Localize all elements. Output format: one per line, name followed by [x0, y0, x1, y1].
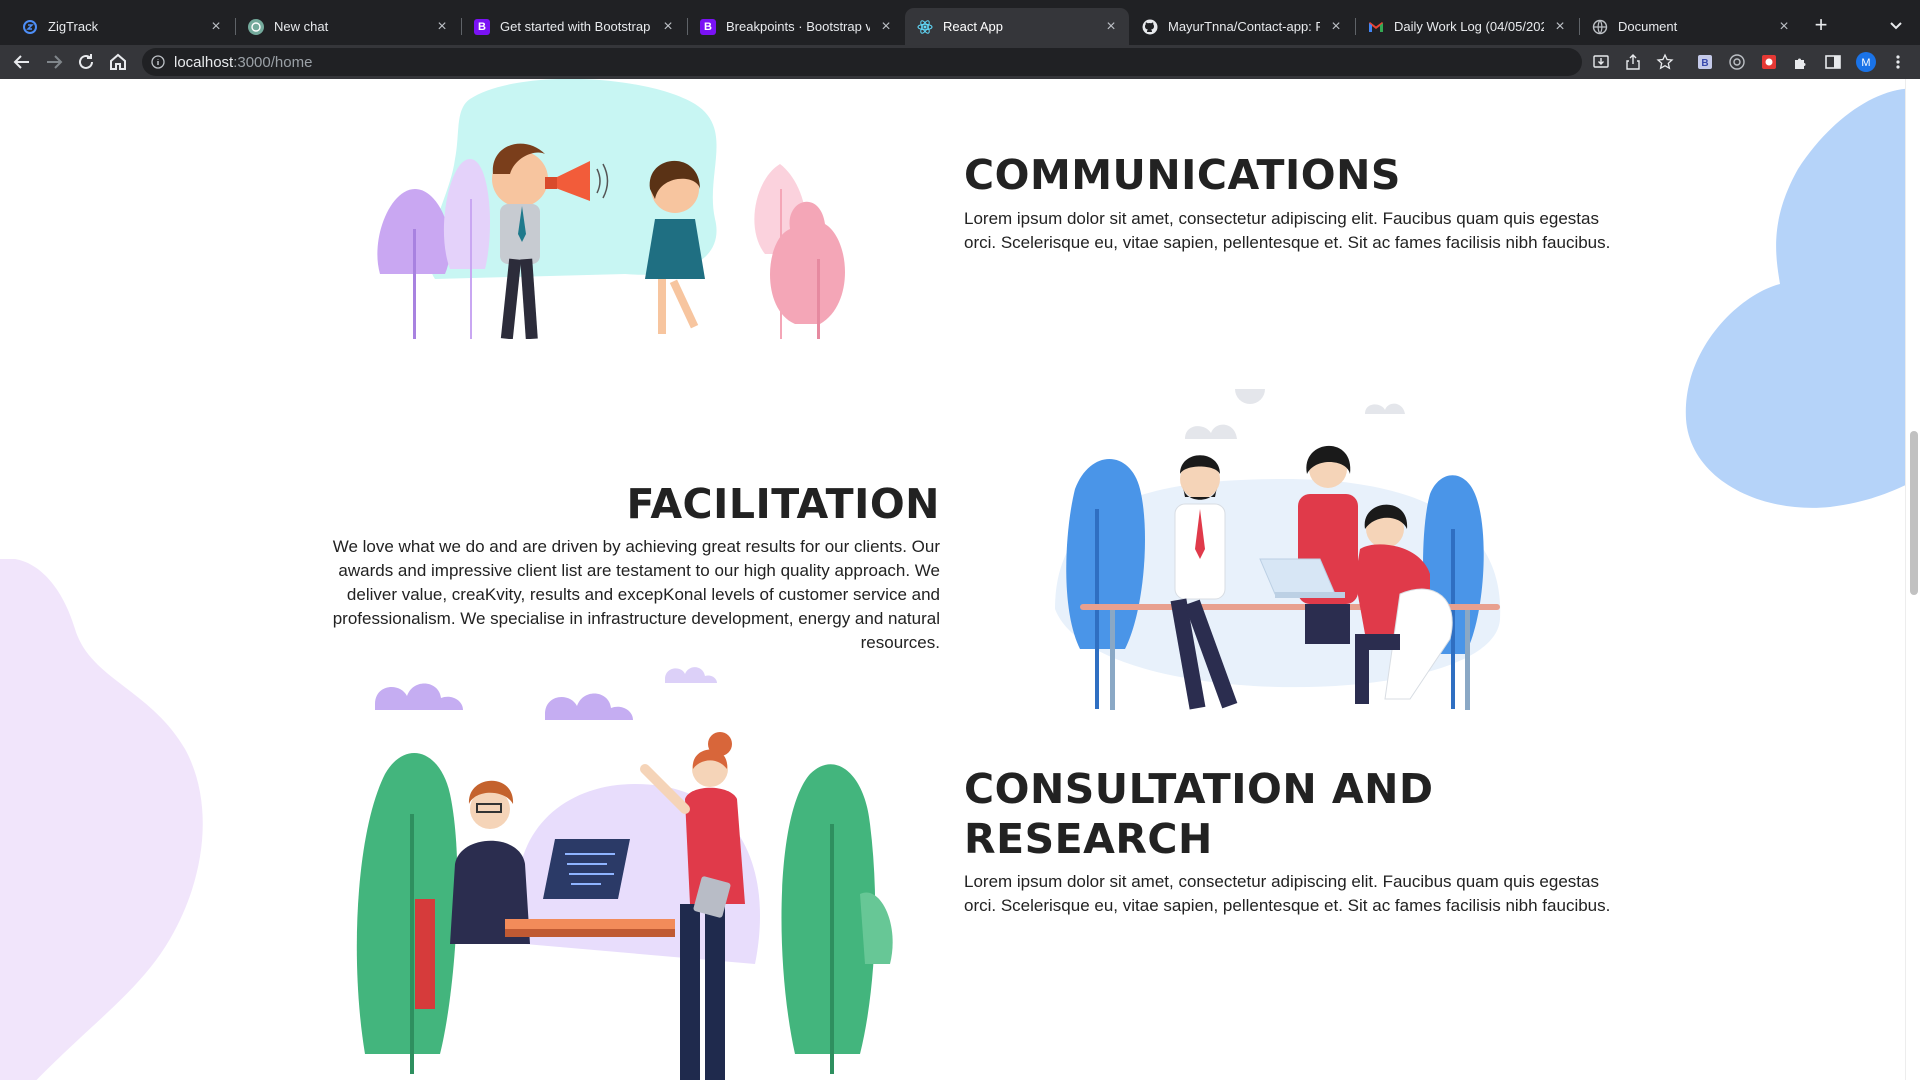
browser-menu-kebab-icon[interactable] [1889, 53, 1907, 71]
section-title-communications: COMMUNICATIONS [964, 151, 1401, 199]
tab-document[interactable]: Document × [1580, 8, 1802, 45]
profile-avatar[interactable]: M [1855, 51, 1877, 73]
page-viewport: COMMUNICATIONS Lorem ipsum dolor sit ame… [0, 79, 1920, 1080]
tab-title: ZigTrack [48, 19, 99, 34]
tab-bootstrap-get-started[interactable]: B Get started with Bootstrap · × [462, 8, 686, 45]
new-tab-plus-icon[interactable]: + [1808, 13, 1834, 39]
tab-close-icon[interactable]: × [878, 18, 894, 35]
red-extension-icon[interactable] [1760, 53, 1778, 71]
bookmark-star-icon[interactable] [1656, 53, 1674, 71]
consultation-laptop-illustration [356, 667, 893, 1080]
tab-close-icon[interactable]: × [1776, 18, 1792, 35]
bootstrap-icon: B [700, 18, 716, 35]
tab-gmail-daily-work-log[interactable]: Daily Work Log (04/05/2023 × [1356, 8, 1578, 45]
megaphone-communication-illustration [377, 79, 845, 339]
bootstrap-extension-icon[interactable]: B [1696, 53, 1714, 71]
tab-zigtrack[interactable]: ZigTrack × [10, 8, 234, 45]
tab-github-contact-app[interactable]: MayurTnna/Contact-app: Re × [1130, 8, 1354, 45]
chatgpt-icon [248, 18, 264, 35]
globe-icon [1592, 19, 1608, 35]
tab-title: MayurTnna/Contact-app: Re [1168, 19, 1320, 34]
tab-search-chevron-down-icon[interactable] [1883, 13, 1909, 39]
back-arrow-icon[interactable] [10, 50, 34, 74]
gmail-icon [1368, 19, 1384, 35]
section-text-facilitation: We love what we do and are driven by ach… [332, 537, 940, 652]
tab-bootstrap-breakpoints[interactable]: B Breakpoints · Bootstrap v5.0 × [688, 8, 904, 45]
browser-tab-strip: ZigTrack × New chat × B Get started with… [0, 0, 1920, 45]
side-panel-icon[interactable] [1824, 53, 1842, 71]
tab-close-icon[interactable]: × [1552, 18, 1568, 35]
tab-title: New chat [274, 19, 329, 34]
tab-title: React App [943, 19, 1003, 34]
team-meeting-illustration [1055, 389, 1501, 710]
github-icon [1142, 19, 1158, 35]
address-bar[interactable]: localhost:3000/home [142, 48, 1582, 76]
tab-title: Daily Work Log (04/05/2023 [1394, 19, 1544, 34]
browser-toolbar: localhost:3000/home B M [0, 45, 1920, 79]
forward-arrow-icon[interactable] [42, 50, 66, 74]
tab-react-app[interactable]: React App × [905, 8, 1129, 45]
react-icon [917, 19, 933, 35]
section-text-communications: Lorem ipsum dolor sit amet, consectetur … [964, 209, 1611, 252]
tab-close-icon[interactable]: × [434, 18, 450, 35]
tab-close-icon[interactable]: × [1328, 18, 1344, 35]
decorative-lavender-blob [0, 559, 203, 1080]
tab-title: Document [1618, 19, 1678, 34]
decorative-blue-blob [1685, 88, 1920, 508]
url-text: localhost:3000/home [174, 54, 312, 71]
profile-initial: M [1861, 57, 1870, 69]
share-icon[interactable] [1624, 53, 1642, 71]
tab-close-icon[interactable]: × [208, 18, 224, 35]
target-extension-icon[interactable] [1728, 53, 1746, 71]
url-host: localhost [174, 54, 234, 71]
page-scrollbar[interactable] [1905, 79, 1920, 1080]
section-title-facilitation: FACILITATION [626, 480, 940, 528]
reload-icon[interactable] [74, 50, 98, 74]
tab-close-icon[interactable]: × [660, 18, 676, 35]
extensions-puzzle-icon[interactable] [1792, 53, 1810, 71]
url-path: :3000/home [233, 54, 313, 71]
bootstrap-icon: B [474, 18, 490, 35]
zigtrack-icon [22, 19, 38, 35]
home-icon[interactable] [106, 50, 130, 74]
scrollbar-thumb[interactable] [1910, 431, 1918, 595]
install-app-icon[interactable] [1592, 53, 1610, 71]
tab-title: Breakpoints · Bootstrap v5.0 [726, 19, 870, 34]
tab-title: Get started with Bootstrap · [500, 19, 652, 34]
tab-new-chat[interactable]: New chat × [236, 8, 460, 45]
section-text-consultation-and-research: Lorem ipsum dolor sit amet, consectetur … [964, 872, 1611, 915]
site-info-icon[interactable] [151, 55, 165, 69]
tab-close-icon[interactable]: × [1103, 18, 1119, 35]
section-title-consultation-and-research: CONSULTATION AND RESEARCH [964, 765, 1434, 863]
extension-letter: B [1701, 58, 1708, 69]
